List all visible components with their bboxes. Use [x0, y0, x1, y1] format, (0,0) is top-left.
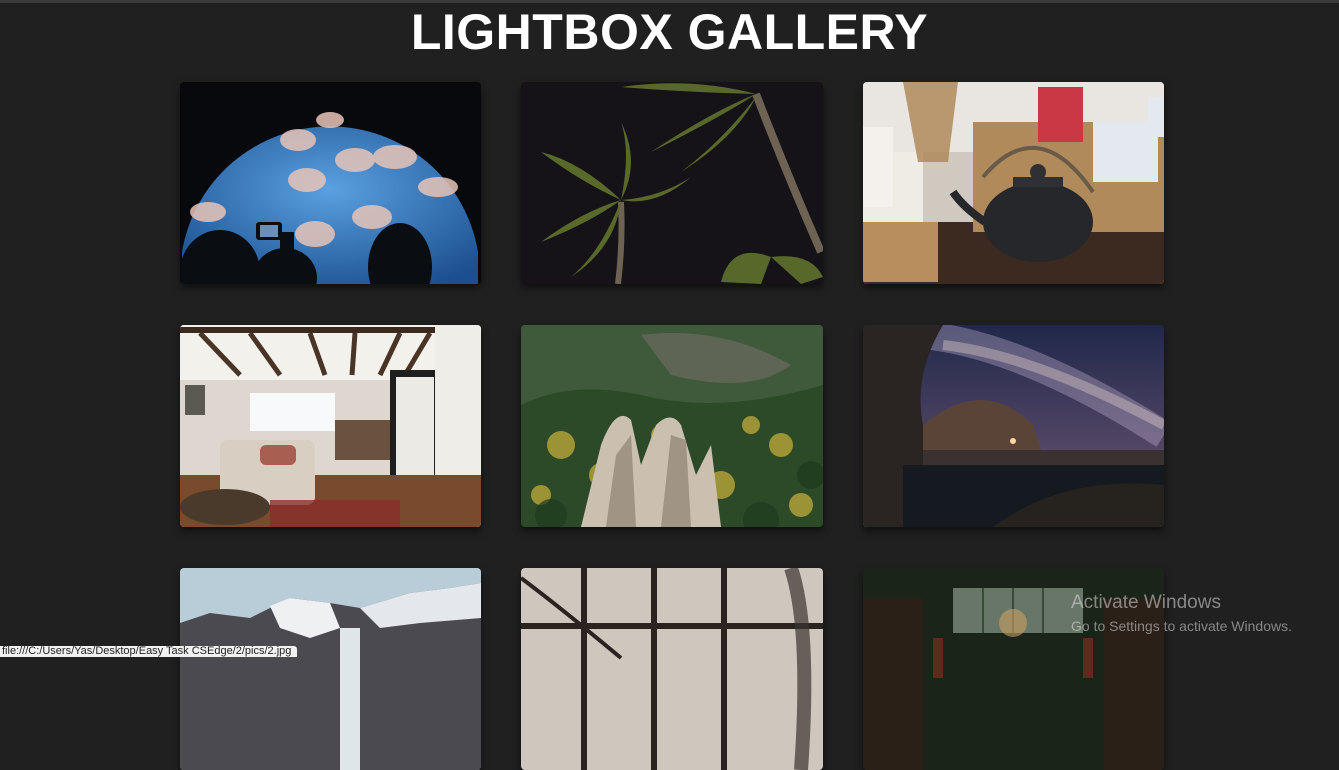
watermark-subtitle: Go to Settings to activate Windows. — [1071, 618, 1292, 634]
gallery-image-jellyfish[interactable] — [180, 82, 481, 284]
gallery-image-forest-rocks[interactable] — [521, 325, 823, 527]
gallery-image-palm-trees[interactable] — [521, 82, 823, 284]
browser-top-border — [0, 0, 1339, 3]
watermark-title: Activate Windows — [1071, 592, 1221, 613]
activate-windows-watermark: Activate Windows Go to Settings to activ… — [1071, 592, 1292, 636]
gallery-image-milky-way[interactable] — [863, 325, 1164, 527]
gallery-image-window-frame[interactable] — [521, 568, 823, 770]
status-bar-url: file:///C:/Users/Yas/Desktop/Easy Task C… — [0, 646, 298, 657]
page-title: LIGHTBOX GALLERY — [410, 4, 929, 60]
gallery-image-living-room[interactable] — [180, 325, 481, 527]
gallery-grid — [180, 82, 1164, 770]
gallery-image-teapot[interactable] — [863, 82, 1164, 284]
gallery-image-snowy-mountain[interactable] — [180, 568, 481, 770]
